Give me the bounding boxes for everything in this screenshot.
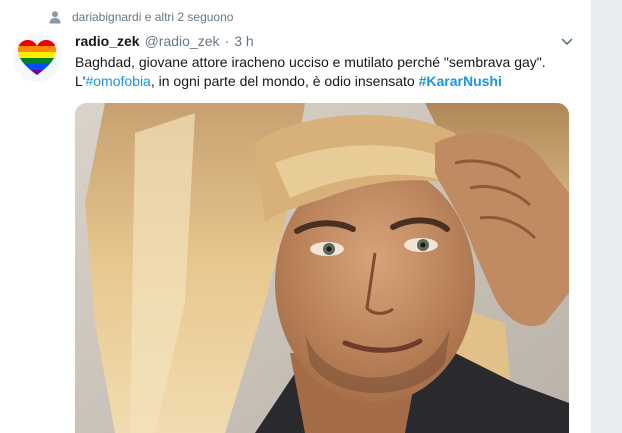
portrait-photo <box>75 103 569 433</box>
chevron-down-icon[interactable] <box>561 36 573 48</box>
separator-dot: · <box>224 33 230 49</box>
tweet-header: radio_zek @radio_zek · 3 h <box>75 33 569 51</box>
social-context: dariabignardi e altri 2 seguono <box>48 9 233 25</box>
avatar[interactable] <box>13 34 61 82</box>
tweet-card[interactable]: dariabignardi e altri 2 seguono radio_ze… <box>0 0 592 433</box>
social-context-text[interactable]: dariabignardi e altri 2 seguono <box>72 10 233 24</box>
tweet-text: Baghdad, giovane attore iracheno ucciso … <box>75 53 575 91</box>
text-prefix: L' <box>75 73 86 89</box>
author-handle[interactable]: @radio_zek <box>145 33 220 49</box>
hashtag-kararnushi[interactable]: #KararNushi <box>419 73 502 89</box>
hashtag-omofobia[interactable]: #omofobia <box>85 73 150 89</box>
tweet-text-line-2: L'#omofobia, in ogni parte del mondo, è … <box>75 72 575 91</box>
person-icon <box>49 11 61 24</box>
text-middle: , in ogni parte del mondo, è odio insens… <box>150 73 419 89</box>
tweet-text-line-1: Baghdad, giovane attore iracheno ucciso … <box>75 54 546 70</box>
rainbow-heart-icon <box>18 40 56 75</box>
author-name[interactable]: radio_zek <box>75 33 140 49</box>
tweet-photo[interactable] <box>75 103 569 433</box>
tweet-timestamp[interactable]: 3 h <box>234 33 253 49</box>
